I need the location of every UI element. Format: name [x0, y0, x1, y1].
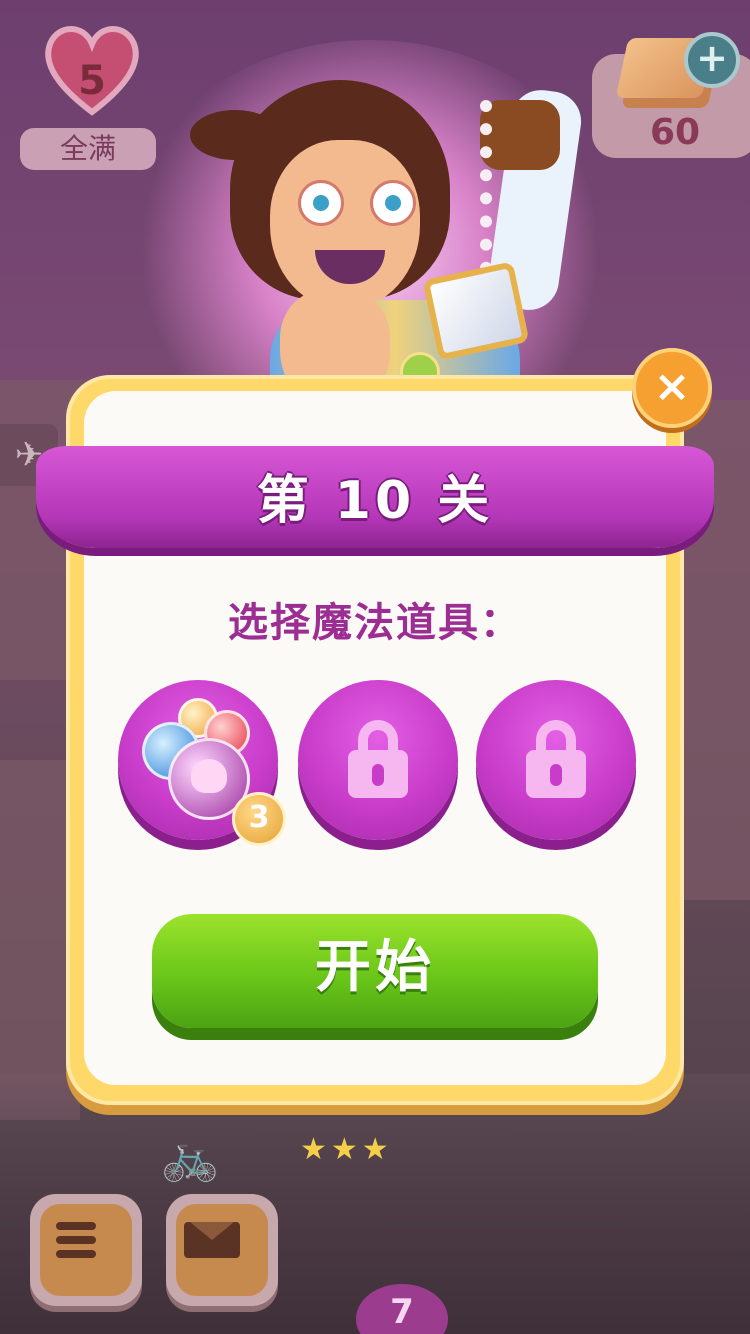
lives-status: 全满 — [20, 128, 156, 170]
close-button[interactable]: × — [632, 348, 712, 428]
booster-locked-button[interactable] — [298, 680, 458, 840]
mail-button[interactable] — [166, 1194, 278, 1306]
level-title: 第 10 关 — [256, 471, 494, 531]
lock-icon — [526, 720, 586, 798]
mail-icon — [184, 1222, 240, 1258]
menu-icon — [56, 1222, 96, 1258]
lock-icon — [348, 720, 408, 798]
add-gold-button[interactable]: + — [684, 32, 740, 88]
booster-locked-button[interactable] — [476, 680, 636, 840]
character-eye — [298, 180, 344, 226]
lives-display[interactable]: 5 全满 — [20, 14, 156, 170]
gold-amount: 60 — [649, 112, 701, 153]
bicycle-icon: 🚲 — [160, 1129, 220, 1185]
character-eye — [370, 180, 416, 226]
booster-bubble-button[interactable]: 3 — [118, 680, 286, 846]
lives-count: 5 — [78, 58, 106, 104]
level-stars: ★★★ — [300, 1132, 393, 1167]
gold-display[interactable]: 60 + — [592, 18, 750, 160]
menu-button[interactable] — [30, 1194, 142, 1306]
booster-count-badge: 3 — [232, 792, 286, 846]
level-banner: 第 10 关 — [36, 446, 714, 566]
booster-prompt: 选择魔法道具： — [228, 600, 522, 646]
start-button[interactable]: 开始 — [152, 914, 598, 1028]
